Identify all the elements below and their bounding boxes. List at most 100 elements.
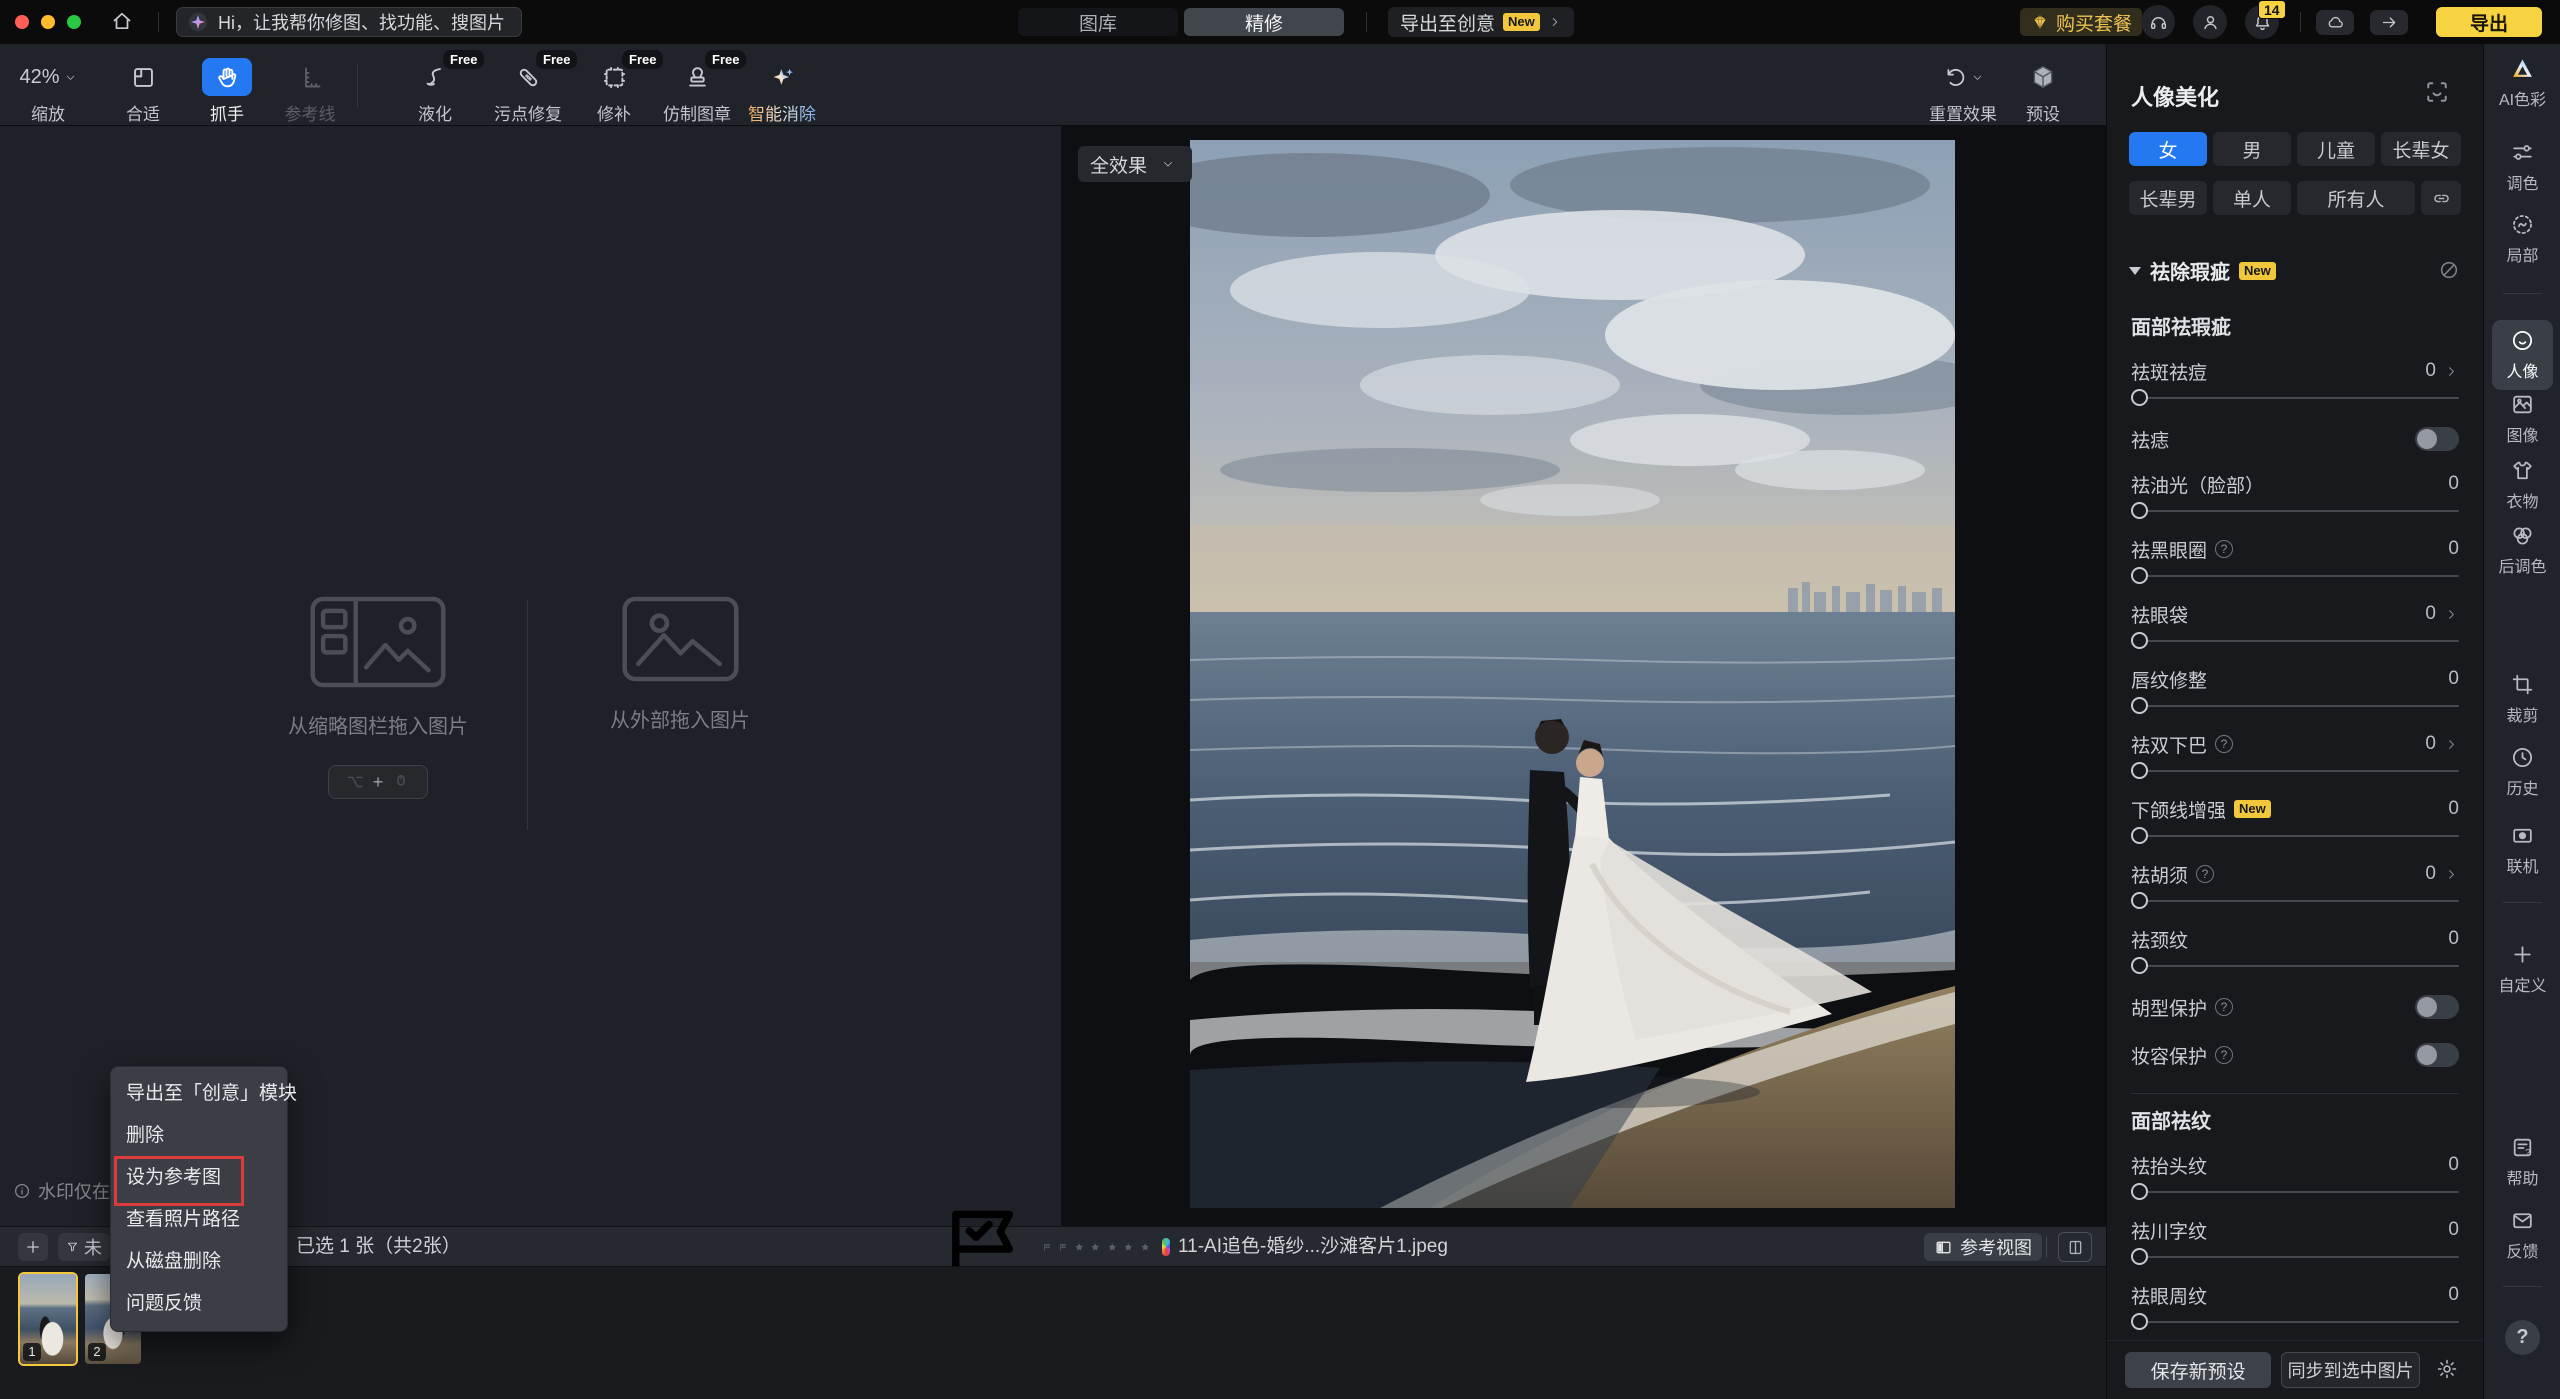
rail-item-history[interactable]: 历史: [2484, 745, 2560, 799]
tool-patch[interactable]: Free修补: [568, 57, 660, 125]
slider-knob[interactable]: [2131, 389, 2148, 406]
slider-knob[interactable]: [2131, 957, 2148, 974]
star-rating-icon[interactable]: [1074, 1235, 1084, 1259]
home-button[interactable]: [104, 9, 140, 35]
menu-item-set-as-reference[interactable]: 设为参考图: [111, 1157, 287, 1199]
tool-ai-erase[interactable]: 智能消除: [736, 57, 828, 125]
slider-track[interactable]: [2131, 890, 2459, 912]
help-icon[interactable]: ?: [2215, 540, 2233, 558]
fullscreen-window-button[interactable]: [67, 15, 81, 29]
rail-item-custom[interactable]: 自定义: [2484, 942, 2560, 996]
toggle-switch[interactable]: [2415, 995, 2459, 1019]
slider-track[interactable]: [2131, 1311, 2459, 1333]
rail-item-help-doc[interactable]: ?帮助: [2484, 1135, 2560, 1189]
dropzone-from-thumbnail-bar[interactable]: 从缩略图栏拖入图片 +: [268, 596, 488, 799]
tab-refine[interactable]: 精修: [1184, 8, 1344, 36]
support-button[interactable]: [2141, 5, 2175, 39]
slider-track[interactable]: [2131, 387, 2459, 409]
rail-item-crop[interactable]: 裁剪: [2484, 672, 2560, 726]
sync-settings-button[interactable]: [2430, 1352, 2465, 1388]
slider-knob[interactable]: [2131, 1183, 2148, 1200]
face-scan-icon[interactable]: [2423, 78, 2451, 106]
face-target-button[interactable]: 单人: [2213, 181, 2291, 215]
rail-item-clothes[interactable]: 衣物: [2484, 458, 2560, 512]
rail-item-image[interactable]: 图像: [2484, 392, 2560, 446]
face-target-button[interactable]: 所有人: [2297, 181, 2415, 215]
star-rating-icon[interactable]: [1090, 1235, 1100, 1259]
share-export-button[interactable]: [2370, 10, 2408, 35]
presets-button[interactable]: 预设: [2008, 57, 2078, 125]
effects-filter-dropdown[interactable]: 全效果: [1078, 146, 1192, 182]
rail-item-tether[interactable]: 联机: [2484, 823, 2560, 877]
toggle-switch[interactable]: [2415, 1043, 2459, 1067]
tool-hand[interactable]: 抓手: [181, 57, 273, 125]
face-target-button[interactable]: 男: [2213, 132, 2291, 166]
face-target-button[interactable]: 长辈女: [2381, 132, 2461, 166]
rail-item-tune[interactable]: 调色: [2484, 140, 2560, 194]
help-icon[interactable]: ?: [2215, 998, 2233, 1016]
help-icon[interactable]: ?: [2215, 1046, 2233, 1064]
compare-original-button[interactable]: [2437, 259, 2461, 283]
cloud-sync-button[interactable]: [2316, 10, 2354, 35]
tool-liquify[interactable]: Free液化: [389, 57, 481, 125]
expand-chevron-icon[interactable]: [2444, 607, 2459, 622]
menu-item[interactable]: 从磁盘删除: [111, 1241, 287, 1283]
tool-clone-stamp[interactable]: Free仿制图章: [651, 57, 743, 125]
expand-chevron-icon[interactable]: [2444, 737, 2459, 752]
slider-knob[interactable]: [2131, 1248, 2148, 1265]
slider-knob[interactable]: [2131, 567, 2148, 584]
slider-knob[interactable]: [2131, 502, 2148, 519]
tab-library[interactable]: 图库: [1018, 8, 1178, 36]
slider-knob[interactable]: [2131, 632, 2148, 649]
rail-item-local[interactable]: 局部: [2484, 212, 2560, 266]
slider-track[interactable]: [2131, 825, 2459, 847]
export-button[interactable]: 导出: [2436, 7, 2542, 37]
slider-track[interactable]: [2131, 565, 2459, 587]
slider-track[interactable]: [2131, 630, 2459, 652]
help-icon[interactable]: ?: [2215, 735, 2233, 753]
section-header-blemish[interactable]: 祛除瑕疵 New: [2129, 256, 2461, 285]
expand-chevron-icon[interactable]: [2444, 364, 2459, 379]
sync-to-selected-button[interactable]: 同步到选中图片: [2281, 1352, 2420, 1388]
star-rating-icon[interactable]: [1107, 1235, 1117, 1259]
menu-item[interactable]: 导出至「创意」模块: [111, 1073, 287, 1115]
minimize-window-button[interactable]: [41, 15, 55, 29]
tool-zoom-level[interactable]: 42%缩放: [2, 57, 94, 125]
star-rating-icon[interactable]: [1140, 1235, 1150, 1259]
slider-knob[interactable]: [2131, 827, 2148, 844]
slider-knob[interactable]: [2131, 1313, 2148, 1330]
tool-fit[interactable]: 合适: [97, 57, 189, 125]
expand-chevron-icon[interactable]: [2444, 867, 2459, 882]
rail-item-ai-color[interactable]: AI色彩: [2484, 56, 2560, 110]
slider-track[interactable]: [2131, 1181, 2459, 1203]
menu-item[interactable]: 删除: [111, 1115, 287, 1157]
color-label-swatch[interactable]: [1162, 1238, 1170, 1256]
reset-effects-button[interactable]: 重置效果: [1913, 57, 2013, 125]
slider-knob[interactable]: [2131, 762, 2148, 779]
tool-guides[interactable]: 参考线: [264, 57, 356, 125]
filter-button[interactable]: 未: [58, 1233, 110, 1261]
reference-view-button[interactable]: 参考视图: [1924, 1233, 2042, 1261]
ai-assistant-bar[interactable]: Hi，让我帮你修图、找功能、搜图片: [176, 7, 522, 37]
star-rating-icon[interactable]: [1123, 1235, 1133, 1259]
slider-track[interactable]: [2131, 955, 2459, 977]
slider-track[interactable]: [2131, 695, 2459, 717]
face-target-button[interactable]: 长辈男: [2129, 181, 2207, 215]
rail-item-portrait[interactable]: 人像: [2492, 320, 2553, 390]
slider-track[interactable]: [2131, 1246, 2459, 1268]
flag-pick-icon[interactable]: [1042, 1236, 1052, 1259]
flag-reject-icon[interactable]: [1058, 1236, 1068, 1259]
account-button[interactable]: [2193, 5, 2227, 39]
slider-knob[interactable]: [2131, 697, 2148, 714]
export-to-creative-button[interactable]: 导出至创意 New: [1388, 7, 1574, 37]
menu-item[interactable]: 查看照片路径: [111, 1199, 287, 1241]
dropzone-from-external[interactable]: 从外部拖入图片: [570, 596, 790, 733]
tool-spot-heal[interactable]: Free污点修复: [482, 57, 574, 125]
buy-plan-button[interactable]: 购买套餐: [2020, 8, 2142, 36]
split-view-button[interactable]: [2058, 1232, 2092, 1262]
menu-item[interactable]: 问题反馈: [111, 1283, 287, 1325]
slider-knob[interactable]: [2131, 892, 2148, 909]
link-faces-button[interactable]: [2421, 181, 2461, 215]
rail-item-post-color[interactable]: 后调色: [2484, 523, 2560, 577]
add-photos-button[interactable]: [18, 1233, 48, 1261]
